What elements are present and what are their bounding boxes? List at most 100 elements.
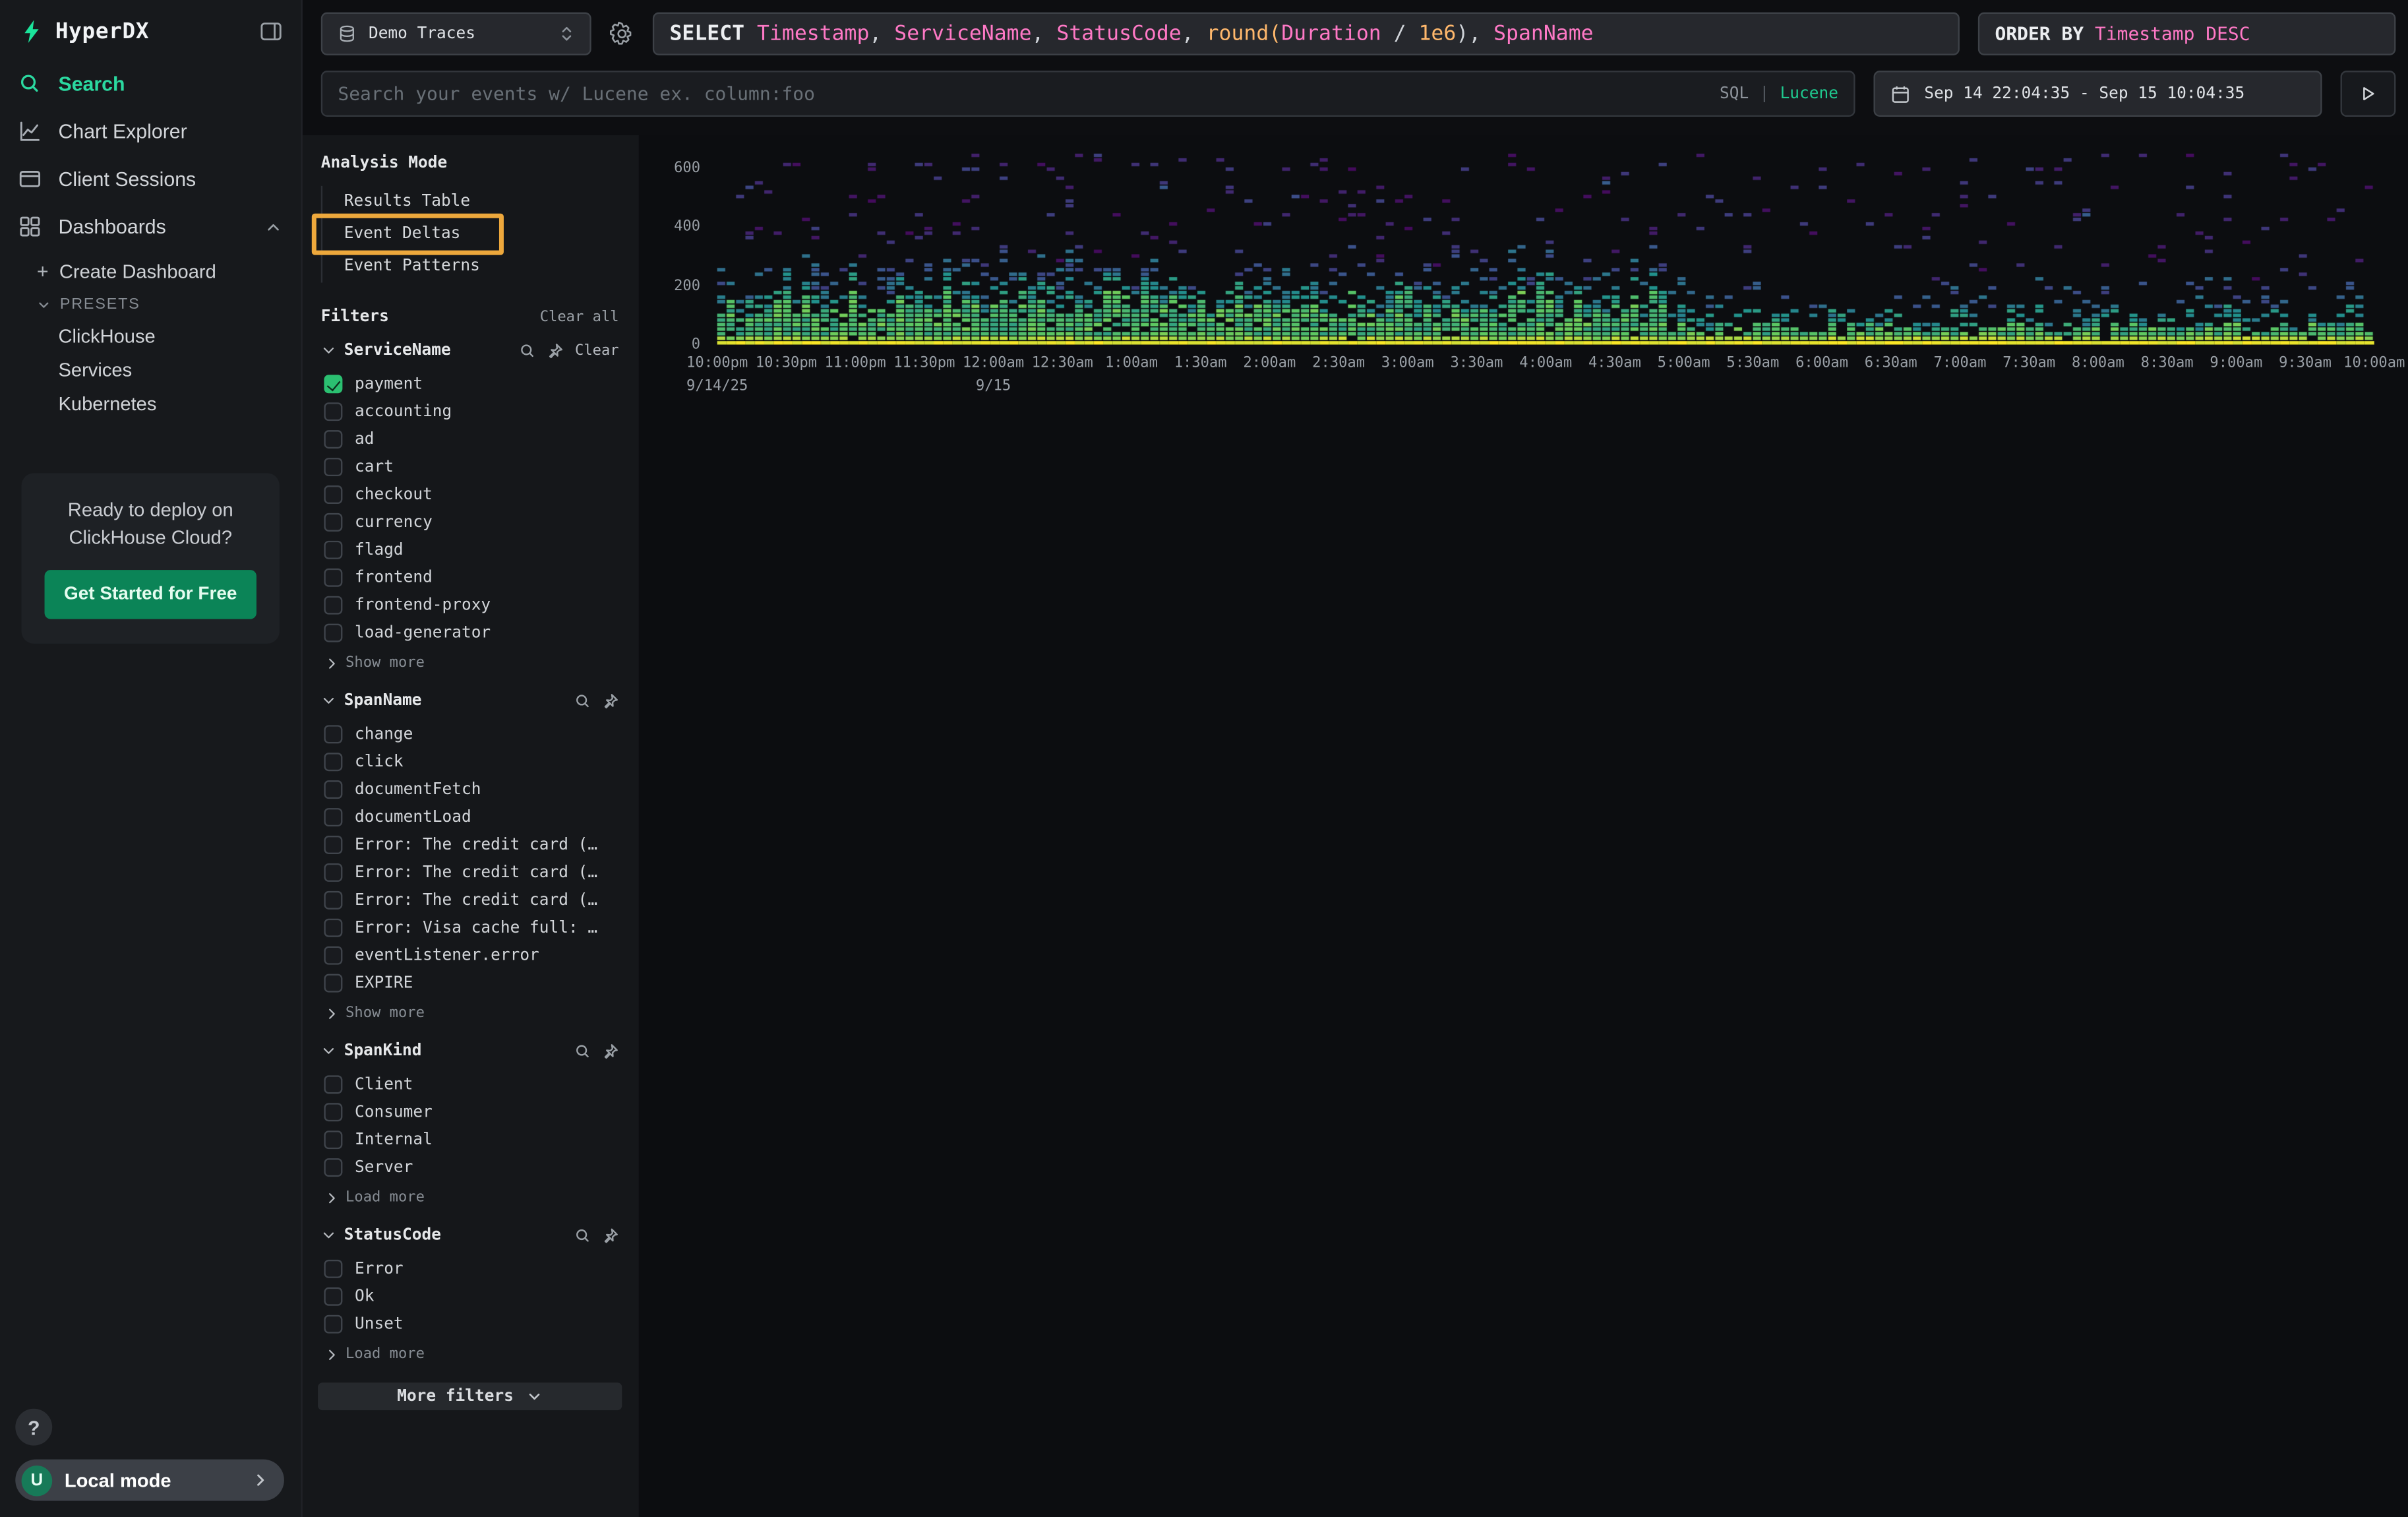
facet-checkbox-row[interactable]: ad bbox=[318, 425, 622, 453]
facet-checkbox-row[interactable]: Error: Visa cache full: … bbox=[318, 914, 622, 942]
chevron-right-icon[interactable] bbox=[324, 1346, 339, 1361]
facet-checkbox-row[interactable]: change bbox=[318, 720, 622, 748]
sidebar-item-client-sessions[interactable]: Client Sessions bbox=[0, 155, 301, 202]
checkbox[interactable] bbox=[324, 919, 342, 937]
facet-show-more[interactable]: Load more bbox=[324, 1346, 622, 1363]
chevron-down-icon[interactable] bbox=[321, 693, 336, 708]
facet-search-icon[interactable] bbox=[574, 1042, 591, 1059]
facet-checkbox-row[interactable]: accounting bbox=[318, 398, 622, 425]
facet-checkbox-row[interactable]: EXPIRE bbox=[318, 970, 622, 997]
checkbox[interactable] bbox=[324, 596, 342, 615]
facet-checkbox-row[interactable]: Error: The credit card (… bbox=[318, 831, 622, 859]
facet-show-more[interactable]: Load more bbox=[324, 1189, 622, 1206]
facet-pin-icon[interactable] bbox=[547, 342, 564, 359]
date-range-picker[interactable]: Sep 14 22:04:35 - Sep 15 10:04:35 bbox=[1874, 71, 2322, 117]
checkbox[interactable] bbox=[324, 485, 342, 504]
order-by-input[interactable]: ORDER BY Timestamp DESC bbox=[1978, 13, 2396, 55]
checkbox[interactable] bbox=[324, 863, 342, 882]
create-dashboard-button[interactable]: + Create Dashboard bbox=[0, 255, 301, 289]
checkbox[interactable] bbox=[324, 375, 342, 393]
checkbox[interactable] bbox=[324, 1287, 342, 1306]
facet-checkbox-row[interactable]: Unset bbox=[318, 1311, 622, 1338]
facet-search-icon[interactable] bbox=[574, 692, 591, 709]
facet-checkbox-row[interactable]: frontend-proxy bbox=[318, 592, 622, 619]
checkbox[interactable] bbox=[324, 1075, 342, 1094]
checkbox[interactable] bbox=[324, 808, 342, 826]
checkbox[interactable] bbox=[324, 1103, 342, 1121]
chevron-right-icon[interactable] bbox=[324, 1190, 339, 1205]
sidebar-item-dashboards[interactable]: Dashboards bbox=[0, 202, 301, 250]
facet-checkbox-row[interactable]: click bbox=[318, 748, 622, 776]
checkbox[interactable] bbox=[324, 569, 342, 587]
checkbox[interactable] bbox=[324, 430, 342, 449]
sidebar-item-search[interactable]: Search bbox=[0, 60, 301, 108]
facet-checkbox-row[interactable]: documentLoad bbox=[318, 803, 622, 831]
checkbox[interactable] bbox=[324, 402, 342, 421]
chevron-down-icon[interactable] bbox=[321, 1043, 336, 1058]
analysis-mode-option-event-patterns[interactable]: Event Patterns bbox=[322, 251, 622, 283]
facet-checkbox-row[interactable]: Error: The credit card (… bbox=[318, 886, 622, 914]
facet-checkbox-row[interactable]: load-generator bbox=[318, 619, 622, 647]
get-started-button[interactable]: Get Started for Free bbox=[44, 571, 257, 619]
facet-checkbox-row[interactable]: payment bbox=[318, 370, 622, 398]
run-query-button[interactable] bbox=[2341, 71, 2396, 117]
chevron-right-icon[interactable] bbox=[324, 1005, 339, 1020]
analysis-mode-option-results-table[interactable]: Results Table bbox=[322, 186, 622, 218]
source-select[interactable]: Demo Traces bbox=[321, 13, 591, 55]
checkbox[interactable] bbox=[324, 753, 342, 771]
facet-checkbox-row[interactable]: flagd bbox=[318, 536, 622, 564]
chevron-down-icon[interactable] bbox=[321, 1227, 336, 1243]
facet-show-more[interactable]: Show more bbox=[324, 654, 622, 671]
checkbox[interactable] bbox=[324, 891, 342, 910]
heatmap-canvas[interactable] bbox=[717, 154, 2374, 346]
chevron-right-icon[interactable] bbox=[324, 655, 339, 670]
facet-search-icon[interactable] bbox=[520, 342, 537, 359]
facet-checkbox-row[interactable]: documentFetch bbox=[318, 776, 622, 803]
checkbox[interactable] bbox=[324, 836, 342, 854]
facet-search-icon[interactable] bbox=[574, 1227, 591, 1244]
checkbox[interactable] bbox=[324, 513, 342, 532]
facet-pin-icon[interactable] bbox=[602, 692, 619, 709]
preset-kubernetes[interactable]: Kubernetes bbox=[0, 387, 301, 421]
facet-clear-button[interactable]: Clear bbox=[575, 342, 619, 359]
facet-checkbox-row[interactable]: currency bbox=[318, 509, 622, 536]
checkbox[interactable] bbox=[324, 1130, 342, 1149]
checkbox[interactable] bbox=[324, 458, 342, 476]
preset-clickhouse[interactable]: ClickHouse bbox=[0, 319, 301, 353]
checkbox[interactable] bbox=[324, 780, 342, 799]
facet-checkbox-row[interactable]: Ok bbox=[318, 1283, 622, 1311]
preset-services[interactable]: Services bbox=[0, 354, 301, 387]
facet-checkbox-row[interactable]: frontend bbox=[318, 564, 622, 592]
search-input[interactable] bbox=[338, 83, 1704, 105]
facet-show-more[interactable]: Show more bbox=[324, 1005, 622, 1022]
collapse-sidebar-icon[interactable] bbox=[260, 20, 283, 43]
user-menu-pill[interactable]: U Local mode bbox=[15, 1460, 284, 1501]
facet-checkbox-row[interactable]: Error: The credit card (… bbox=[318, 859, 622, 886]
analysis-mode-option-event-deltas[interactable]: Event Deltas bbox=[322, 218, 622, 251]
checkbox[interactable] bbox=[324, 1315, 342, 1334]
checkbox[interactable] bbox=[324, 946, 342, 965]
facet-checkbox-row[interactable]: Client bbox=[318, 1070, 622, 1098]
sidebar-item-chart-explorer[interactable]: Chart Explorer bbox=[0, 108, 301, 155]
facet-checkbox-row[interactable]: Error bbox=[318, 1255, 622, 1283]
checkbox[interactable] bbox=[324, 541, 342, 559]
select-clause-input[interactable]: SELECT Timestamp, ServiceName, StatusCod… bbox=[653, 13, 1960, 55]
checkbox[interactable] bbox=[324, 624, 342, 642]
facet-pin-icon[interactable] bbox=[602, 1227, 619, 1244]
more-filters-button[interactable]: More filters bbox=[318, 1382, 622, 1410]
help-button[interactable]: ? bbox=[15, 1409, 52, 1446]
facet-checkbox-row[interactable]: checkout bbox=[318, 481, 622, 509]
facet-checkbox-row[interactable]: Consumer bbox=[318, 1098, 622, 1126]
clear-all-button[interactable]: Clear all bbox=[540, 309, 619, 326]
settings-gear-icon[interactable] bbox=[610, 22, 634, 46]
checkbox[interactable] bbox=[324, 974, 342, 993]
chevron-down-icon[interactable] bbox=[321, 342, 336, 357]
facet-checkbox-row[interactable]: Server bbox=[318, 1154, 622, 1181]
checkbox[interactable] bbox=[324, 725, 342, 743]
presets-toggle[interactable]: PRESETS bbox=[0, 289, 301, 320]
sql-mode-toggle[interactable]: SQL bbox=[1720, 84, 1749, 103]
facet-pin-icon[interactable] bbox=[602, 1042, 619, 1059]
facet-checkbox-row[interactable]: eventListener.error bbox=[318, 942, 622, 970]
checkbox[interactable] bbox=[324, 1260, 342, 1278]
facet-checkbox-row[interactable]: cart bbox=[318, 453, 622, 481]
